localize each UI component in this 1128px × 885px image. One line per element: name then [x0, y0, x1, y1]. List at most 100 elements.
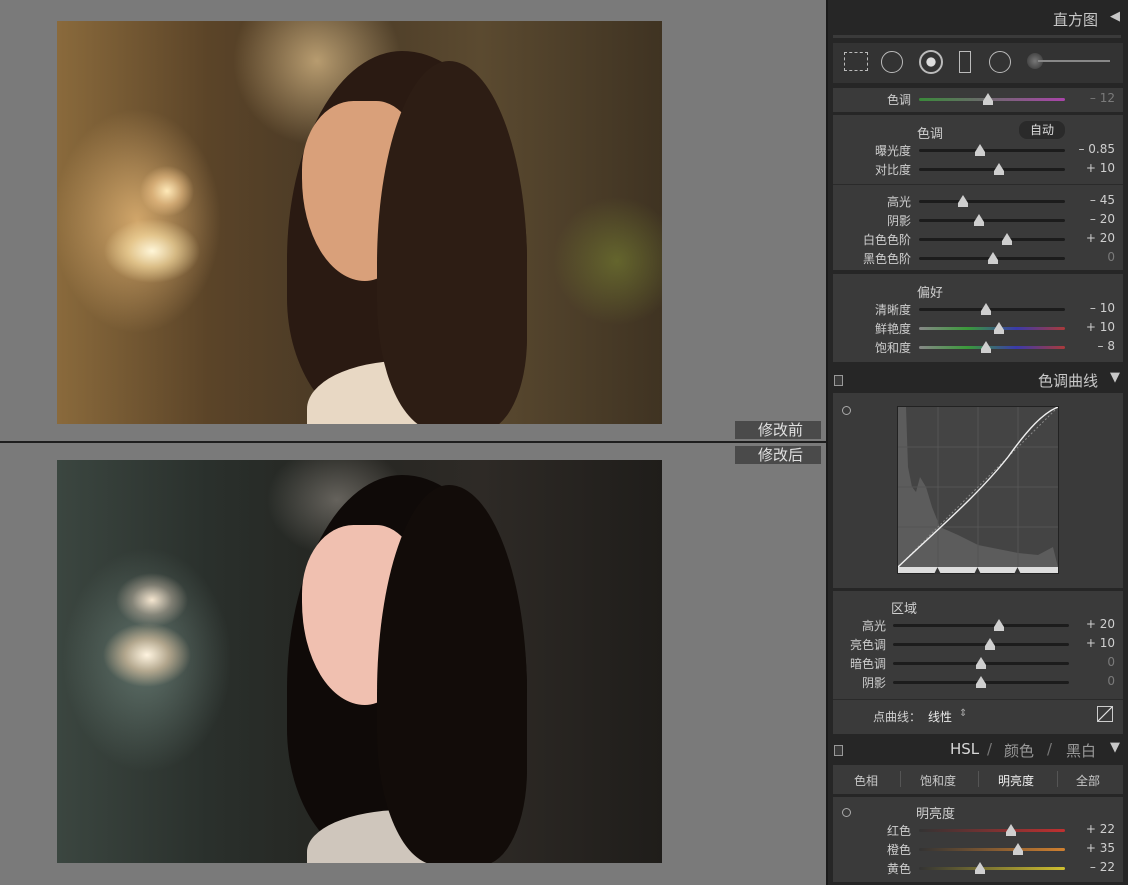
curve-lights-value[interactable]: + 10: [1086, 636, 1115, 650]
radial-filter-icon[interactable]: [989, 51, 1011, 73]
subtab-all[interactable]: 全部: [1076, 772, 1100, 789]
triangle-down-icon[interactable]: ▼: [1110, 740, 1120, 755]
split-thumb-highlights[interactable]: ▲: [1014, 566, 1021, 576]
blacks-value[interactable]: 0: [1107, 250, 1115, 264]
panel-toggle-icon[interactable]: [834, 375, 843, 386]
vibrance-thumb[interactable]: [994, 322, 1005, 334]
chevron-updown-icon[interactable]: ⇕: [959, 708, 967, 719]
curve-lights-row[interactable]: 亮色调 + 10: [833, 635, 1123, 654]
curve-darks-row[interactable]: 暗色调 0: [833, 654, 1123, 673]
split-thumb-midtones[interactable]: ▲: [974, 566, 981, 576]
red-row[interactable]: 红色 + 22: [833, 821, 1123, 840]
panel-toggle-icon[interactable]: [834, 745, 843, 756]
saturation-track[interactable]: [919, 341, 1065, 353]
exposure-value[interactable]: – 0.85: [1078, 142, 1115, 156]
subtab-hue[interactable]: 色相: [854, 772, 878, 789]
tint-slider-row[interactable]: 色调 – 12: [833, 90, 1123, 109]
curve-highlights-track[interactable]: [893, 619, 1069, 631]
vibrance-track[interactable]: [919, 322, 1065, 334]
whites-value[interactable]: + 20: [1086, 231, 1115, 245]
triangle-down-icon[interactable]: ▼: [1110, 370, 1120, 385]
clarity-thumb[interactable]: [981, 303, 992, 315]
auto-button[interactable]: 自动: [1019, 121, 1065, 139]
clarity-row[interactable]: 清晰度 – 10: [833, 300, 1123, 319]
contrast-thumb[interactable]: [994, 163, 1005, 175]
graduated-filter-icon[interactable]: [959, 51, 971, 73]
exposure-row[interactable]: 曝光度 – 0.85: [833, 141, 1123, 160]
presence-section: 偏好 清晰度 – 10 鲜艳度 + 10 饱和度 – 8: [833, 274, 1123, 362]
clarity-value[interactable]: – 10: [1090, 301, 1115, 315]
shadows-row[interactable]: 阴影 – 20: [833, 211, 1123, 230]
curve-shadows-track[interactable]: [893, 676, 1069, 688]
histogram-header[interactable]: 直方图 ◀: [828, 6, 1128, 31]
spot-removal-icon[interactable]: [881, 51, 903, 73]
tone-curve-header[interactable]: 色调曲线 ▼: [828, 367, 1128, 392]
yellow-row[interactable]: 黄色 – 22: [833, 859, 1123, 878]
brush-size-track[interactable]: [1038, 60, 1110, 62]
curve-lights-track[interactable]: [893, 638, 1069, 650]
tint-value[interactable]: – 12: [1090, 91, 1115, 105]
contrast-row[interactable]: 对比度 + 10: [833, 160, 1123, 179]
contrast-track[interactable]: [919, 163, 1065, 175]
shadows-track[interactable]: [919, 214, 1065, 226]
subtab-saturation[interactable]: 饱和度: [920, 772, 956, 789]
highlights-thumb[interactable]: [957, 195, 968, 207]
red-thumb[interactable]: [1005, 824, 1016, 836]
yellow-track[interactable]: [919, 862, 1065, 874]
blacks-row[interactable]: 黑色色阶 0: [833, 249, 1123, 268]
crop-overlay-icon[interactable]: [844, 52, 868, 71]
edit-point-curve-icon[interactable]: [1097, 706, 1113, 722]
exposure-thumb[interactable]: [975, 144, 986, 156]
tone-curve-graph[interactable]: ▲ ▲ ▲: [897, 406, 1059, 576]
yellow-value[interactable]: – 22: [1090, 860, 1115, 874]
whites-thumb[interactable]: [1001, 233, 1012, 245]
blacks-thumb[interactable]: [988, 252, 999, 264]
vibrance-row[interactable]: 鲜艳度 + 10: [833, 319, 1123, 338]
target-adjust-icon[interactable]: [842, 406, 851, 415]
saturation-thumb[interactable]: [981, 341, 992, 353]
tab-hsl[interactable]: HSL: [950, 740, 979, 758]
curve-highlights-value[interactable]: + 20: [1086, 617, 1115, 631]
tone-curve-svg[interactable]: [898, 407, 1058, 567]
curve-darks-thumb[interactable]: [976, 657, 986, 669]
point-curve-select[interactable]: 线性: [928, 708, 952, 725]
subtab-luminance[interactable]: 明亮度: [998, 772, 1034, 789]
tint-thumb[interactable]: [982, 93, 993, 105]
tab-color[interactable]: 颜色: [1004, 740, 1034, 761]
highlights-row[interactable]: 高光 – 45: [833, 192, 1123, 211]
triangle-left-icon[interactable]: ◀: [1110, 9, 1120, 24]
shadows-thumb[interactable]: [973, 214, 984, 226]
orange-row[interactable]: 橙色 + 35: [833, 840, 1123, 859]
tab-bw[interactable]: 黑白: [1066, 740, 1096, 761]
curve-darks-value[interactable]: 0: [1107, 655, 1115, 669]
curve-highlights-row[interactable]: 高光 + 20: [833, 616, 1123, 635]
blacks-track[interactable]: [919, 252, 1065, 264]
highlights-value[interactable]: – 45: [1090, 193, 1115, 207]
curve-highlights-thumb[interactable]: [993, 619, 1004, 631]
vibrance-value[interactable]: + 10: [1086, 320, 1115, 334]
curve-shadows-thumb[interactable]: [976, 676, 986, 688]
curve-shadows-value[interactable]: 0: [1107, 674, 1115, 688]
orange-track[interactable]: [919, 843, 1065, 855]
shadows-value[interactable]: – 20: [1090, 212, 1115, 226]
saturation-value[interactable]: – 8: [1098, 339, 1115, 353]
red-track[interactable]: [919, 824, 1065, 836]
red-eye-icon[interactable]: [919, 50, 943, 74]
exposure-track[interactable]: [919, 144, 1065, 156]
yellow-thumb[interactable]: [975, 862, 986, 874]
clarity-track[interactable]: [919, 303, 1065, 315]
split-thumb-shadows[interactable]: ▲: [934, 566, 941, 576]
saturation-row[interactable]: 饱和度 – 8: [833, 338, 1123, 357]
orange-thumb[interactable]: [1013, 843, 1024, 855]
curve-shadows-row[interactable]: 阴影 0: [833, 673, 1123, 692]
target-adjust-icon[interactable]: [842, 808, 851, 817]
highlights-track[interactable]: [919, 195, 1065, 207]
curve-darks-track[interactable]: [893, 657, 1069, 669]
whites-row[interactable]: 白色色阶 + 20: [833, 230, 1123, 249]
whites-track[interactable]: [919, 233, 1065, 245]
tint-track[interactable]: [919, 93, 1065, 105]
orange-value[interactable]: + 35: [1086, 841, 1115, 855]
curve-lights-thumb[interactable]: [984, 638, 995, 650]
red-value[interactable]: + 22: [1086, 822, 1115, 836]
contrast-value[interactable]: + 10: [1086, 161, 1115, 175]
